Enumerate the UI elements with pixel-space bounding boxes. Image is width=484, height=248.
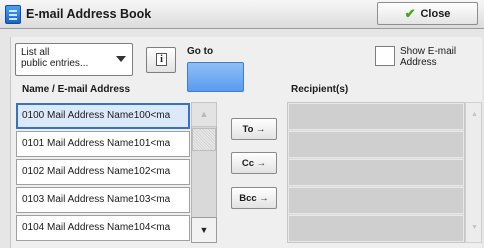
recipient-slot[interactable] <box>288 103 464 130</box>
scroll-thumb[interactable] <box>192 128 216 151</box>
chevron-down-icon <box>116 56 126 62</box>
add-cc-button[interactable]: Cc → <box>231 152 277 174</box>
arrow-down-icon: ▼ <box>199 225 209 235</box>
goto-label: Go to <box>187 46 214 57</box>
recipients-column-header: Recipient(s) <box>291 84 349 95</box>
list-item[interactable]: 0104 Mail Address Name104<ma <box>16 215 190 241</box>
scroll-up-button[interactable]: ▲ <box>191 102 217 127</box>
recipient-slot[interactable] <box>288 215 464 242</box>
name-column-header: Name / E-mail Address <box>22 84 131 95</box>
goto-input[interactable] <box>187 62 244 92</box>
show-email-line-2: Address <box>400 57 437 68</box>
list-item[interactable]: 0102 Mail Address Name102<ma <box>16 159 190 185</box>
recipient-slot[interactable] <box>288 159 464 186</box>
list-item[interactable]: 0101 Mail Address Name101<ma <box>16 131 190 157</box>
show-email-checkbox[interactable] <box>375 46 395 66</box>
show-email-line-1: Show E-mail <box>400 46 457 57</box>
show-email-label: Show E-mail Address <box>400 46 456 68</box>
arrow-down-icon: ▼ <box>471 224 478 231</box>
add-bcc-button[interactable]: Bcc → <box>231 187 277 209</box>
dropdown-value: List all public entries... <box>21 47 88 69</box>
arrow-up-icon: ▲ <box>199 109 209 119</box>
dropdown-line-2: public entries... <box>21 58 89 69</box>
add-to-button[interactable]: To → <box>231 118 277 140</box>
window-title: E-mail Address Book <box>26 7 152 21</box>
scroll-down-button[interactable]: ▼ <box>191 217 217 243</box>
close-button[interactable]: ✔ Close <box>377 2 478 25</box>
list-filter-dropdown[interactable]: List all public entries... <box>15 43 133 76</box>
details-button[interactable]: i <box>146 47 176 73</box>
recipients-scrollbar[interactable]: ▲ ▼ <box>465 102 482 243</box>
checkmark-icon: ✔ <box>404 5 416 21</box>
close-label: Close <box>420 7 451 20</box>
info-icon: i <box>156 53 167 66</box>
address-book-icon <box>5 5 21 24</box>
recipient-slot[interactable] <box>288 131 464 158</box>
recipient-slot[interactable] <box>288 187 464 214</box>
list-item[interactable]: 0103 Mail Address Name103<ma <box>16 187 190 213</box>
dropdown-line-1: List all <box>21 47 50 58</box>
list-item[interactable]: 0100 Mail Address Name100<ma <box>16 103 190 129</box>
arrow-up-icon: ▲ <box>471 111 478 118</box>
